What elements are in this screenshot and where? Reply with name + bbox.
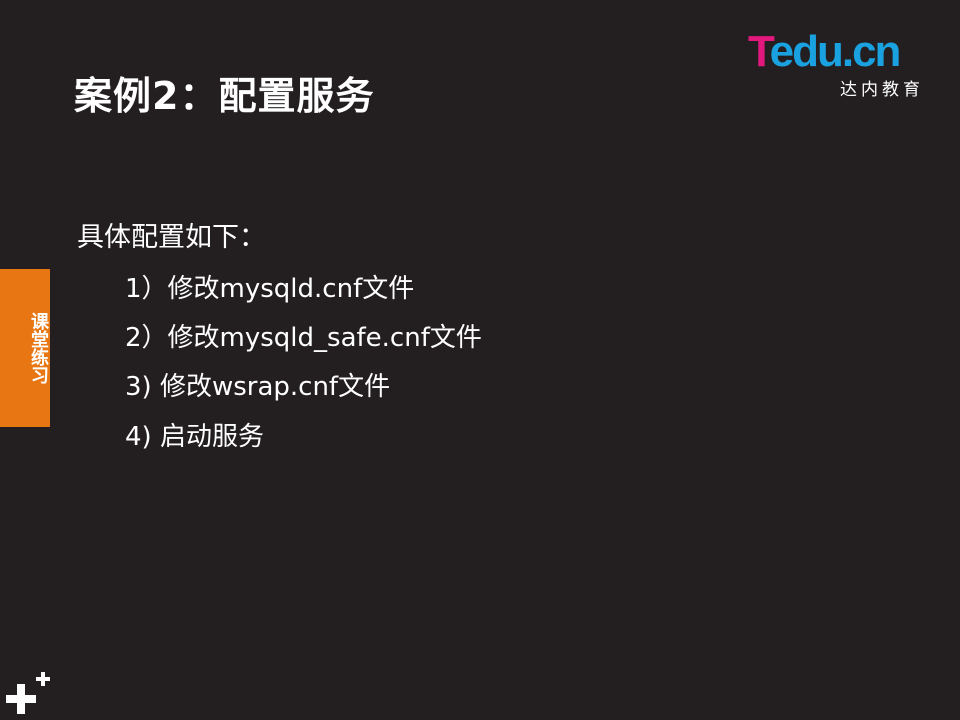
intro-text: 具体配置如下： [77,222,266,253]
logo-letter-t: T [748,27,772,76]
side-tab-label: 课堂练习 [28,312,49,384]
side-tab: 课堂练习 [0,269,50,427]
step-item: 2）修改mysqld_safe.cnf文件 [125,323,482,353]
logo-wordmark: Tedu.cn [748,26,902,78]
tedu-logo: Tedu.cn 达内教育 [748,26,932,100]
slide-title: 案例2：配置服务 [74,74,375,118]
step-item: 1）修改mysqld.cnf文件 [125,274,415,304]
step-item: 3) 修改wsrap.cnf文件 [125,372,391,402]
logo-subtitle: 达内教育 [840,80,924,100]
slide: 案例2：配置服务 Tedu.cn 达内教育 课堂练习 具体配置如下： 1）修改m… [0,0,960,720]
logo-domain: edu.cn [769,27,902,76]
plus-icon [6,672,50,714]
step-item: 4) 启动服务 [125,422,264,452]
